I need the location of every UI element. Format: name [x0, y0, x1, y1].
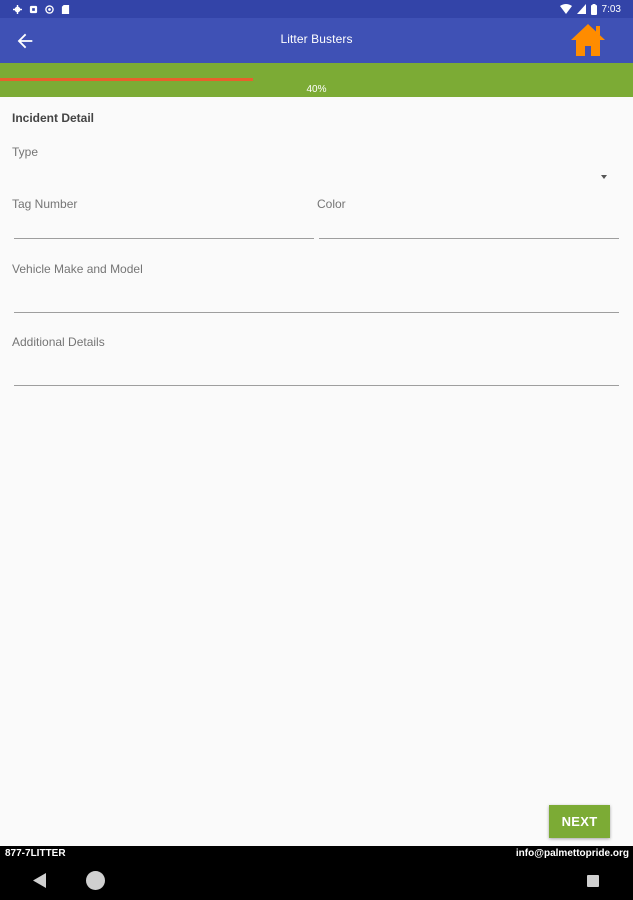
nav-home-icon[interactable]: [86, 871, 105, 890]
sim-icon: [29, 5, 38, 13]
type-select[interactable]: [12, 160, 612, 190]
footer-phone[interactable]: 877-7LITTER: [5, 848, 66, 859]
battery-icon: [590, 3, 597, 15]
status-system-icons: 7:03: [559, 3, 633, 15]
additional-details-underline: [14, 385, 619, 386]
sd-card-icon: [61, 4, 70, 14]
progress-fill: [0, 78, 254, 81]
status-bar: 7:03: [0, 0, 633, 18]
type-label: Type: [12, 145, 39, 159]
footer-email[interactable]: info@palmettopride.org: [516, 848, 629, 859]
navigation-bar: [0, 862, 633, 900]
next-button[interactable]: NEXT: [549, 805, 610, 838]
progress-label: 40%: [306, 84, 327, 95]
wifi-icon: [559, 4, 572, 14]
home-icon[interactable]: [569, 22, 607, 58]
additional-details-label: Additional Details: [12, 335, 105, 349]
tag-number-underline: [14, 238, 314, 239]
nav-back-icon[interactable]: [33, 873, 47, 888]
progress-bar: 40%: [0, 63, 633, 97]
circle-icon: [45, 4, 54, 14]
settings-icon: [13, 4, 22, 14]
tag-number-input[interactable]: [14, 215, 314, 237]
app-bar: Litter Busters: [0, 18, 633, 63]
vehicle-input[interactable]: [14, 289, 619, 311]
footer-bar: 877-7LITTER info@palmettopride.org: [0, 846, 633, 862]
additional-details-input[interactable]: [14, 362, 619, 384]
status-time: 7:03: [601, 3, 621, 15]
section-title: Incident Detail: [12, 111, 95, 125]
signal-icon: [576, 4, 586, 14]
vehicle-underline: [14, 312, 619, 313]
app-title: Litter Busters: [280, 32, 353, 46]
tag-number-label: Tag Number: [12, 197, 78, 211]
chevron-down-icon: [601, 175, 607, 179]
status-notification-icons: [0, 4, 70, 14]
color-input[interactable]: [319, 215, 619, 237]
color-underline: [319, 238, 619, 239]
color-label: Color: [317, 197, 346, 211]
vehicle-label: Vehicle Make and Model: [12, 262, 143, 276]
nav-recents-icon[interactable]: [587, 875, 599, 887]
